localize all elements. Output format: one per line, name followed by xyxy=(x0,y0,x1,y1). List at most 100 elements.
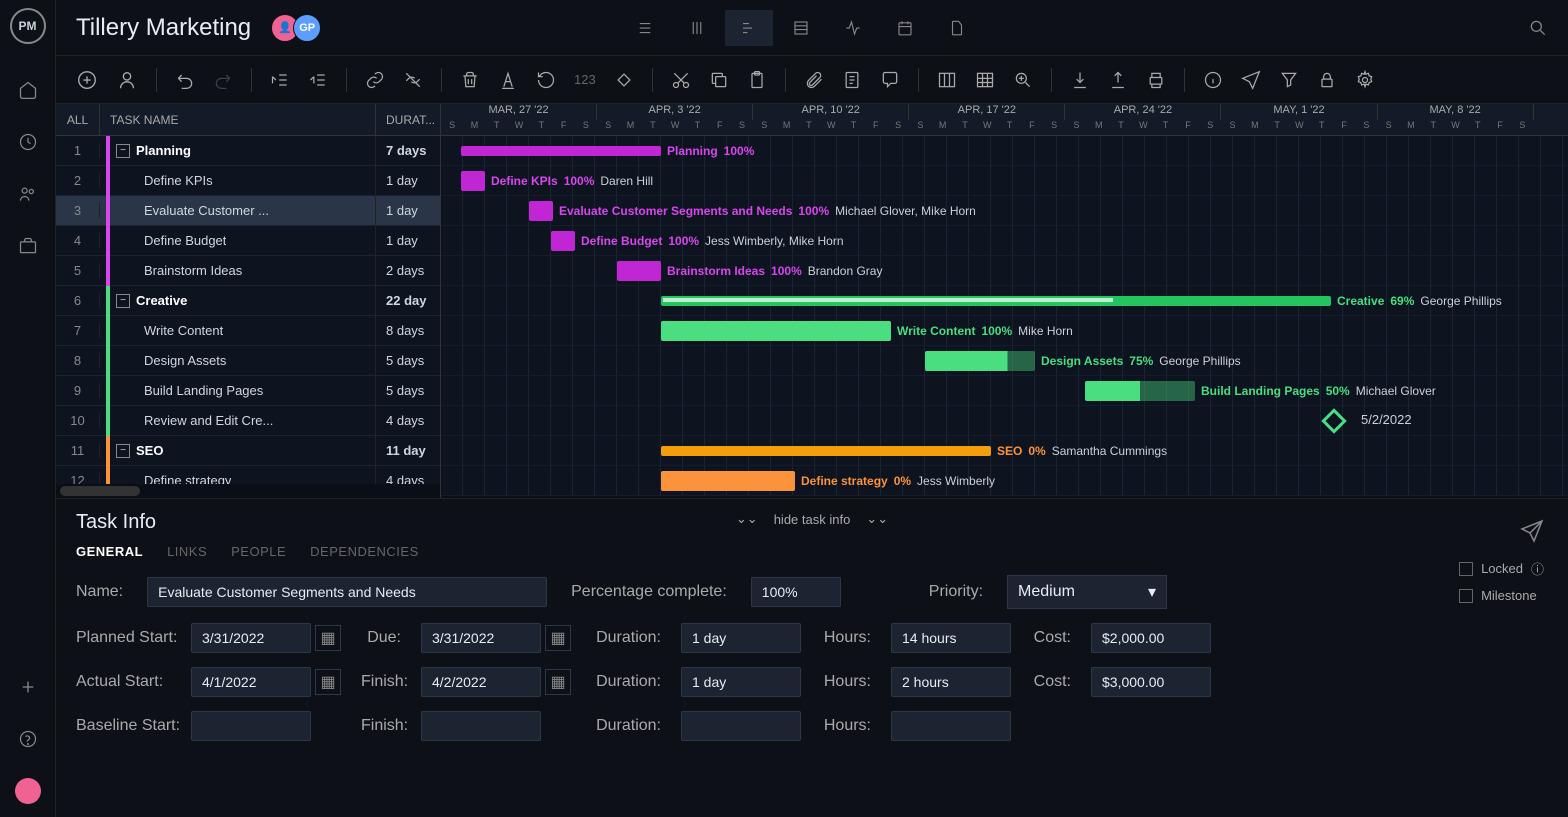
task-row[interactable]: 9 Build Landing Pages 5 days xyxy=(56,376,440,406)
hours-input[interactable] xyxy=(891,623,1011,653)
task-row[interactable]: 3 Evaluate Customer ... 1 day xyxy=(56,196,440,226)
cut-icon[interactable] xyxy=(671,70,691,90)
gantt-view-icon[interactable] xyxy=(725,10,773,46)
settings-icon[interactable] xyxy=(1355,70,1375,90)
grid-icon[interactable] xyxy=(975,70,995,90)
briefcase-icon[interactable] xyxy=(8,226,48,266)
clock-icon[interactable] xyxy=(8,122,48,162)
task-row[interactable]: 12 Define strategy 4 days xyxy=(56,466,440,484)
info-icon[interactable] xyxy=(1203,70,1223,90)
pct-input[interactable] xyxy=(751,577,841,607)
gantt-bar[interactable]: Define Budget100%Jess Wimberly, Mike Hor… xyxy=(551,231,575,251)
collapse-icon[interactable]: − xyxy=(116,444,130,458)
gantt-bar[interactable]: Planning100% xyxy=(461,146,661,156)
columns-icon[interactable] xyxy=(937,70,957,90)
hide-task-info[interactable]: ⌄⌄ hide task info ⌄⌄ xyxy=(736,511,888,527)
collapse-icon[interactable]: − xyxy=(116,294,130,308)
send-task-icon[interactable] xyxy=(1520,519,1544,543)
gantt-bar[interactable]: Brainstorm Ideas100%Brandon Gray xyxy=(617,261,661,281)
home-icon[interactable] xyxy=(8,70,48,110)
gantt-scrollbar[interactable] xyxy=(441,496,1568,498)
paste-icon[interactable] xyxy=(747,70,767,90)
gantt-bar[interactable]: Design Assets75%George Phillips xyxy=(925,351,1035,371)
sheet-view-icon[interactable] xyxy=(777,10,825,46)
finish-input[interactable] xyxy=(421,667,541,697)
people-icon[interactable] xyxy=(8,174,48,214)
task-name-input[interactable] xyxy=(147,577,547,607)
copy-icon[interactable] xyxy=(709,70,729,90)
member-avatars[interactable]: 👤 GP xyxy=(271,14,321,42)
calendar-icon[interactable]: ▦ xyxy=(315,669,341,695)
locked-checkbox[interactable]: Locked ⓘ xyxy=(1459,559,1544,578)
gantt-bar[interactable]: Build Landing Pages50%Michael Glover xyxy=(1085,381,1195,401)
baseline-duration-input[interactable] xyxy=(681,711,801,741)
delete-icon[interactable] xyxy=(460,70,480,90)
calendar-icon[interactable]: ▦ xyxy=(315,625,341,651)
file-view-icon[interactable] xyxy=(933,10,981,46)
unlink-icon[interactable] xyxy=(403,70,423,90)
lock-icon[interactable] xyxy=(1317,70,1337,90)
tab-links[interactable]: LINKS xyxy=(167,544,207,559)
app-logo[interactable]: PM xyxy=(10,8,46,44)
task-row[interactable]: 8 Design Assets 5 days xyxy=(56,346,440,376)
outdent-icon[interactable] xyxy=(270,70,290,90)
reset-icon[interactable] xyxy=(536,70,556,90)
task-row[interactable]: 1 − Planning 7 days xyxy=(56,136,440,166)
list-view-icon[interactable] xyxy=(621,10,669,46)
note-icon[interactable] xyxy=(842,70,862,90)
indent-icon[interactable] xyxy=(308,70,328,90)
activity-view-icon[interactable] xyxy=(829,10,877,46)
hours-input2[interactable] xyxy=(891,667,1011,697)
task-row[interactable]: 7 Write Content 8 days xyxy=(56,316,440,346)
plus-icon[interactable] xyxy=(8,667,48,707)
baseline-finish-input[interactable] xyxy=(421,711,541,741)
import-icon[interactable] xyxy=(1070,70,1090,90)
cost-input2[interactable] xyxy=(1091,667,1211,697)
gantt-bar[interactable]: Creative69%George Phillips xyxy=(661,296,1331,306)
col-name[interactable]: TASK NAME xyxy=(100,104,376,136)
tasklist-scrollbar[interactable] xyxy=(56,484,440,498)
task-row[interactable]: 5 Brainstorm Ideas 2 days xyxy=(56,256,440,286)
tab-general[interactable]: GENERAL xyxy=(76,544,143,559)
task-row[interactable]: 11 − SEO 11 day xyxy=(56,436,440,466)
due-input[interactable] xyxy=(421,623,541,653)
redo-icon[interactable] xyxy=(213,70,233,90)
cost-input[interactable] xyxy=(1091,623,1211,653)
gantt-bar[interactable]: Evaluate Customer Segments and Needs100%… xyxy=(529,201,553,221)
calendar-icon[interactable]: ▦ xyxy=(545,625,571,651)
export-icon[interactable] xyxy=(1108,70,1128,90)
duration-input2[interactable] xyxy=(681,667,801,697)
tab-people[interactable]: PEOPLE xyxy=(231,544,286,559)
gantt-bar[interactable]: Define KPIs100%Daren Hill xyxy=(461,171,485,191)
milestone-checkbox[interactable]: Milestone xyxy=(1459,588,1544,603)
send-icon[interactable] xyxy=(1241,70,1261,90)
search-icon[interactable] xyxy=(1528,18,1548,38)
filter-icon[interactable] xyxy=(1279,70,1299,90)
baseline-hours-input[interactable] xyxy=(891,711,1011,741)
assign-icon[interactable] xyxy=(116,69,138,91)
comment-icon[interactable] xyxy=(880,70,900,90)
actual-start-input[interactable] xyxy=(191,667,311,697)
collapse-icon[interactable]: − xyxy=(116,144,130,158)
zoom-icon[interactable] xyxy=(1013,70,1033,90)
milestone-icon[interactable] xyxy=(614,70,634,90)
task-row[interactable]: 4 Define Budget 1 day xyxy=(56,226,440,256)
calendar-icon[interactable]: ▦ xyxy=(545,669,571,695)
calendar-view-icon[interactable] xyxy=(881,10,929,46)
gantt-bar[interactable]: Write Content100%Mike Horn xyxy=(661,321,891,341)
planned-start-input[interactable] xyxy=(191,623,311,653)
task-row[interactable]: 10 Review and Edit Cre... 4 days xyxy=(56,406,440,436)
tab-dependencies[interactable]: DEPENDENCIES xyxy=(310,544,419,559)
add-task-icon[interactable] xyxy=(76,69,98,91)
priority-select[interactable]: Medium▾ xyxy=(1007,575,1167,609)
undo-icon[interactable] xyxy=(175,70,195,90)
col-duration[interactable]: DURAT... xyxy=(376,104,440,136)
text-format-icon[interactable] xyxy=(498,70,518,90)
print-icon[interactable] xyxy=(1146,70,1166,90)
help-icon[interactable] xyxy=(8,719,48,759)
gantt-bar[interactable]: SEO0%Samantha Cummings xyxy=(661,446,991,456)
duration-input[interactable] xyxy=(681,623,801,653)
task-row[interactable]: 2 Define KPIs 1 day xyxy=(56,166,440,196)
user-avatar[interactable] xyxy=(8,771,48,811)
milestone-diamond[interactable] xyxy=(1321,408,1346,433)
